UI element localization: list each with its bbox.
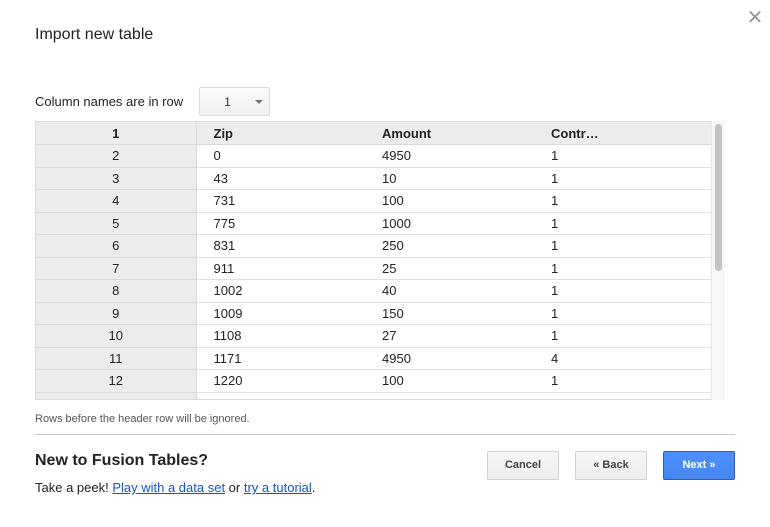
table-header-row: 1 Zip Amount Contr… bbox=[36, 122, 712, 145]
chevron-down-icon bbox=[255, 99, 264, 104]
row-index-cell: 6 bbox=[36, 234, 197, 258]
table-row: 131240501 bbox=[36, 392, 712, 399]
zip-cell: 0 bbox=[196, 144, 365, 168]
header-row-note: Rows before the header row will be ignor… bbox=[35, 413, 250, 425]
table-row: 10 1108 27 1 bbox=[36, 324, 712, 348]
contr-cell: 1 bbox=[534, 257, 712, 280]
back-button[interactable]: « Back bbox=[575, 451, 647, 480]
zip-cell: 1009 bbox=[196, 302, 365, 325]
row-index-cell: 10 bbox=[36, 324, 197, 348]
table-row: 2 0 4950 1 bbox=[36, 144, 712, 168]
row-index-cell: 8 bbox=[36, 279, 197, 303]
zip-cell: 1108 bbox=[196, 324, 365, 348]
header-row-select[interactable]: 1 bbox=[199, 86, 271, 116]
contr-cell: 1 bbox=[534, 189, 712, 213]
table-row: 6 831 250 1 bbox=[36, 234, 712, 258]
zip-cell: 1240 bbox=[196, 392, 365, 399]
zip-cell: 1220 bbox=[196, 369, 365, 393]
table-scrollbar[interactable] bbox=[711, 121, 725, 400]
dialog-title: Import new table bbox=[35, 26, 154, 43]
zip-cell: 775 bbox=[196, 212, 365, 235]
column-header-contr: Contr… bbox=[534, 122, 712, 145]
row-index-cell: 7 bbox=[36, 257, 197, 280]
zip-cell: 1002 bbox=[196, 279, 365, 303]
scrollbar-thumb[interactable] bbox=[715, 124, 722, 271]
contr-cell: 1 bbox=[534, 144, 712, 168]
amount-cell: 250 bbox=[365, 234, 534, 258]
preview-table: 1 Zip Amount Contr… 2 0 4950 1 3 43 10 1 4 731 100… bbox=[36, 122, 712, 399]
column-names-label: Column names are in row bbox=[35, 93, 184, 109]
zip-cell: 911 bbox=[196, 257, 365, 280]
try-a-tutorial-link[interactable]: try a tutorial bbox=[244, 480, 312, 495]
zip-cell: 831 bbox=[196, 234, 365, 258]
contr-cell: 1 bbox=[534, 302, 712, 325]
table-row: 11 1171 4950 4 bbox=[36, 347, 712, 370]
row-index-cell: 3 bbox=[36, 167, 197, 190]
contr-cell: 1 bbox=[534, 279, 712, 303]
zip-cell: 1171 bbox=[196, 347, 365, 370]
promo-text-after: . bbox=[311, 480, 316, 495]
amount-cell: 150 bbox=[365, 302, 534, 325]
column-names-row: Column names are in row 1 bbox=[35, 86, 271, 116]
amount-cell: 25 bbox=[365, 257, 534, 280]
preview-table-container[interactable]: 1 Zip Amount Contr… 2 0 4950 1 3 43 10 1 4 731 100… bbox=[35, 121, 725, 400]
table-row: 12 1220 100 1 bbox=[36, 369, 712, 393]
cancel-button[interactable]: Cancel bbox=[487, 451, 559, 480]
contr-cell: 1 bbox=[534, 324, 712, 348]
amount-cell: 27 bbox=[365, 324, 534, 348]
row-index-cell: 13 bbox=[36, 392, 197, 399]
contr-cell: 1 bbox=[534, 369, 712, 393]
amount-cell: 100 bbox=[365, 189, 534, 213]
promo-text: Take a peek! Play with a data set or try… bbox=[35, 480, 315, 495]
contr-cell: 1 bbox=[534, 212, 712, 235]
amount-cell: 40 bbox=[365, 279, 534, 303]
promo-text-before: Take a peek! bbox=[35, 480, 113, 495]
divider bbox=[35, 434, 735, 435]
column-header-amount: Amount bbox=[365, 122, 534, 145]
table-row: 5 775 1000 1 bbox=[36, 212, 712, 235]
amount-cell: 4950 bbox=[365, 347, 534, 370]
contr-cell: 1 bbox=[534, 167, 712, 190]
amount-cell: 50 bbox=[365, 392, 534, 399]
row-index-cell: 2 bbox=[36, 144, 197, 168]
amount-cell: 1000 bbox=[365, 212, 534, 235]
row-index-cell: 4 bbox=[36, 189, 197, 213]
next-button[interactable]: Next » bbox=[663, 451, 735, 480]
header-row-select-value: 1 bbox=[224, 94, 231, 109]
zip-cell: 731 bbox=[196, 189, 365, 213]
amount-cell: 10 bbox=[365, 167, 534, 190]
table-row: 4 731 100 1 bbox=[36, 189, 712, 213]
zip-cell: 43 bbox=[196, 167, 365, 190]
contr-cell: 4 bbox=[534, 347, 712, 370]
row-index-header: 1 bbox=[36, 122, 197, 145]
amount-cell: 100 bbox=[365, 369, 534, 393]
amount-cell: 4950 bbox=[365, 144, 534, 168]
row-index-cell: 12 bbox=[36, 369, 197, 393]
play-with-data-set-link[interactable]: Play with a data set bbox=[112, 480, 225, 495]
table-row: 8 1002 40 1 bbox=[36, 279, 712, 303]
column-header-zip: Zip bbox=[196, 122, 365, 145]
contr-cell: 1 bbox=[534, 392, 712, 399]
table-row: 7 911 25 1 bbox=[36, 257, 712, 280]
row-index-cell: 5 bbox=[36, 212, 197, 235]
close-icon[interactable]: ✕ bbox=[745, 8, 765, 28]
contr-cell: 1 bbox=[534, 234, 712, 258]
row-index-cell: 11 bbox=[36, 347, 197, 370]
row-index-cell: 9 bbox=[36, 302, 197, 325]
promo-text-middle: or bbox=[225, 480, 244, 495]
table-row: 9 1009 150 1 bbox=[36, 302, 712, 325]
promo-title: New to Fusion Tables? bbox=[35, 452, 209, 469]
table-row: 3 43 10 1 bbox=[36, 167, 712, 190]
